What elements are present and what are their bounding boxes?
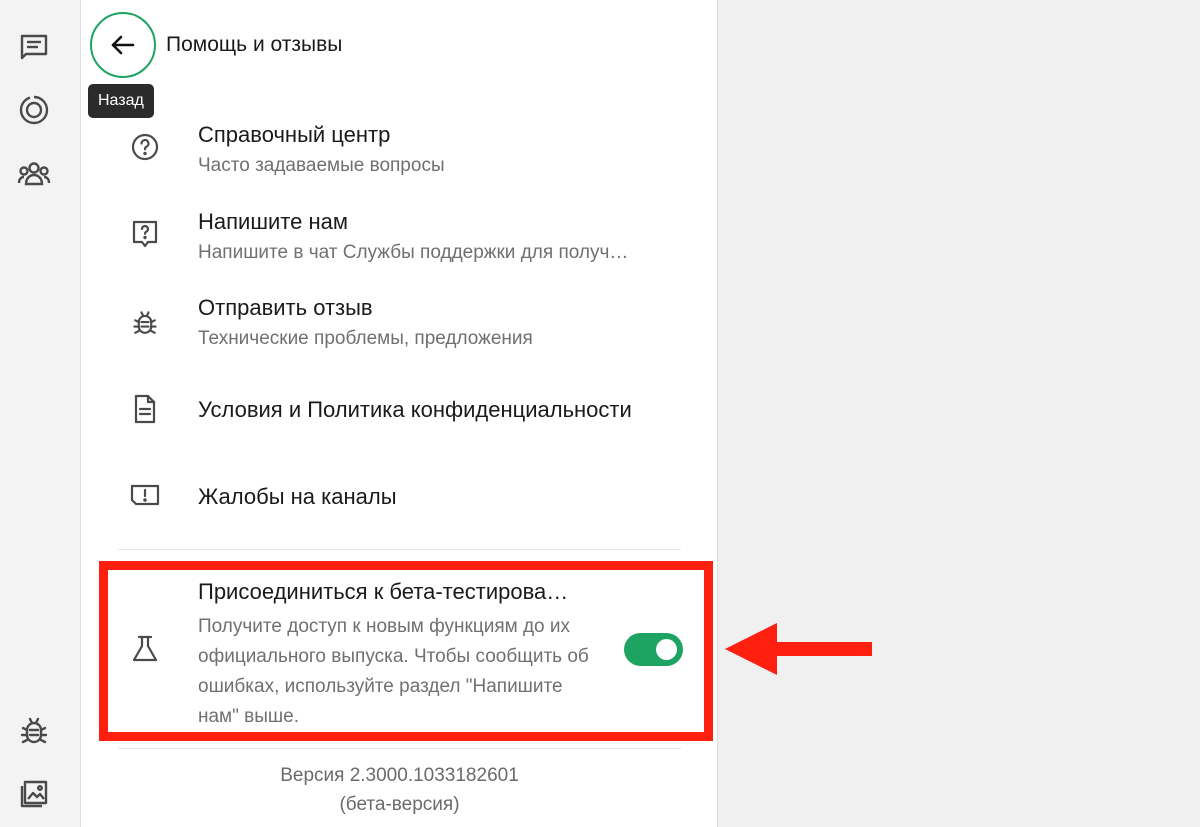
menu-item-subtitle: Напишите в чат Службы поддержки для полу…: [198, 242, 629, 263]
menu-item-help-center[interactable]: Справочный центр Часто задаваемые вопрос…: [118, 118, 688, 188]
document-icon: [128, 392, 162, 426]
menu-item-channel-reports[interactable]: Жалобы на каналы: [118, 467, 688, 527]
communities-icon[interactable]: [13, 153, 55, 195]
status-icon[interactable]: [13, 89, 55, 131]
menu-item-title: Жалобы на каналы: [198, 484, 397, 509]
menu-item-title: Справочный центр: [198, 122, 391, 147]
help-circle-icon: [128, 130, 162, 164]
section-divider: [118, 549, 681, 550]
page-title: Помощь и отзывы: [166, 33, 343, 56]
menu-item-contact-us[interactable]: Напишите нам Напишите в чат Службы подде…: [118, 205, 688, 275]
bug-icon: [128, 306, 162, 340]
arrow-left-icon: [111, 35, 135, 55]
chats-icon[interactable]: [13, 25, 55, 67]
bug-icon[interactable]: [13, 710, 55, 752]
back-tooltip: Назад: [88, 84, 154, 118]
gallery-icon[interactable]: [13, 773, 55, 815]
menu-item-subtitle: Часто задаваемые вопросы: [198, 155, 445, 176]
menu-item-title: Условия и Политика конфиденциальности: [198, 397, 632, 422]
version-label: (бета-версия): [339, 794, 460, 815]
section-divider: [118, 748, 681, 749]
menu-item-title: Напишите нам: [198, 209, 348, 234]
annotation-arrow-icon: [725, 623, 872, 675]
empty-content-area: [718, 0, 1200, 827]
menu-item-title: Отправить отзыв: [198, 295, 373, 320]
menu-item-subtitle: Технические проблемы, предложения: [198, 328, 533, 349]
back-button[interactable]: [90, 12, 156, 78]
menu-item-send-feedback[interactable]: Отправить отзыв Технические проблемы, пр…: [118, 292, 688, 362]
report-channel-icon: [128, 479, 162, 513]
chat-question-icon: [128, 217, 162, 251]
menu-item-terms-privacy[interactable]: Условия и Политика конфиденциальности: [118, 380, 688, 440]
version-number: Версия 2.3000.1033182601: [280, 765, 519, 786]
highlight-box: [99, 561, 713, 741]
navigation-rail: [0, 0, 81, 827]
